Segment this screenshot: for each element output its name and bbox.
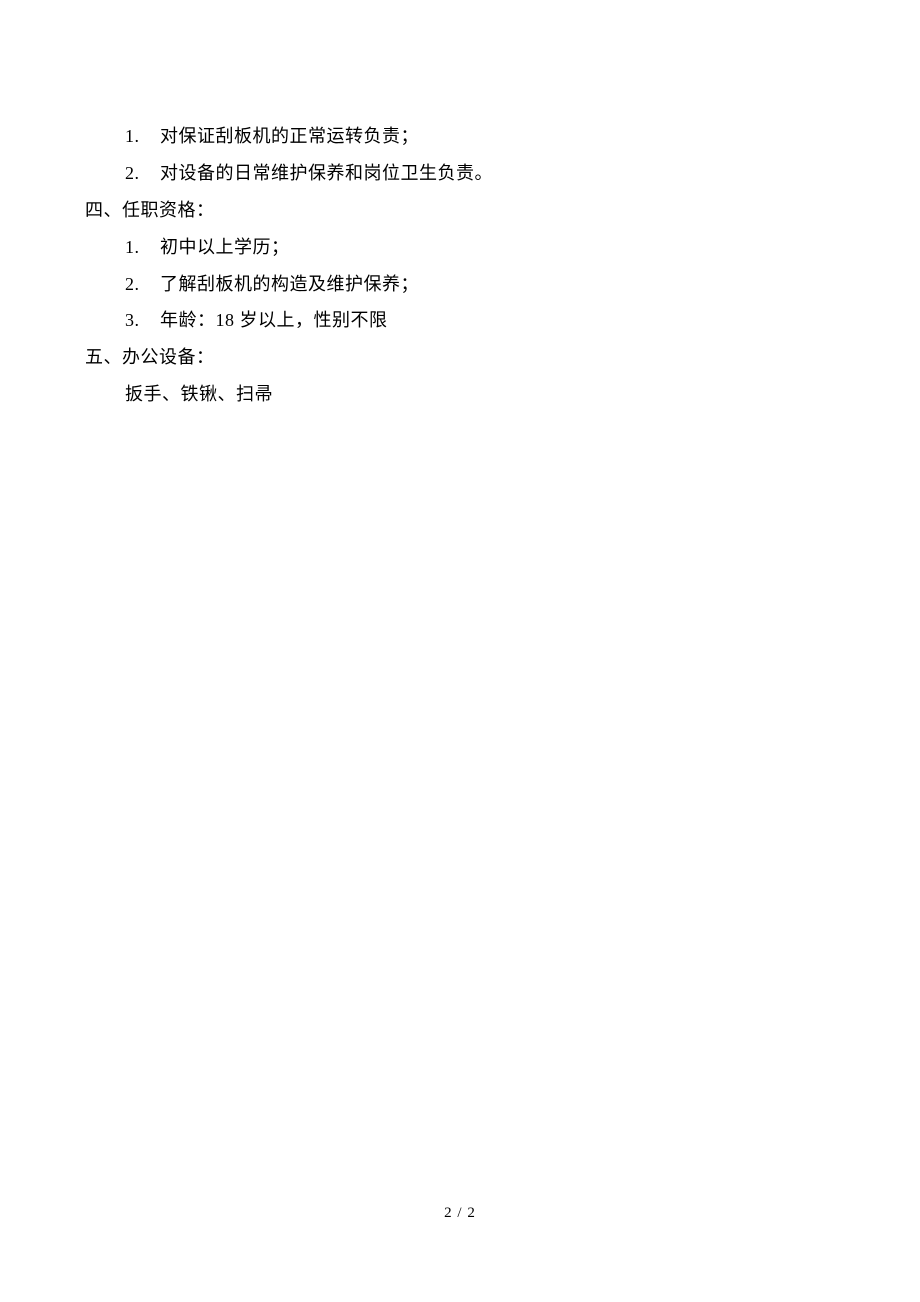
list-item: 1. 对保证刮板机的正常运转负责；: [85, 118, 835, 155]
list-item: 3. 年龄：18 岁以上，性别不限: [85, 302, 835, 339]
list-item-text: 初中以上学历；: [160, 237, 290, 257]
list-item-number: 3.: [125, 302, 155, 339]
list-item-number: 1.: [125, 118, 155, 155]
list-item: 1. 初中以上学历；: [85, 229, 835, 266]
list-item-text: 年龄：18 岁以上，性别不限: [160, 310, 388, 330]
list-item: 2. 了解刮板机的构造及维护保养；: [85, 266, 835, 303]
page-content: 1. 对保证刮板机的正常运转负责； 2. 对设备的日常维护保养和岗位卫生负责。 …: [0, 0, 920, 413]
section-heading-qualifications: 四、任职资格：: [85, 192, 835, 229]
list-item-text: 了解刮板机的构造及维护保养；: [160, 274, 419, 294]
list-item-text: 对保证刮板机的正常运转负责；: [160, 126, 419, 146]
list-item-text: 对设备的日常维护保养和岗位卫生负责。: [160, 163, 493, 183]
page-number: 2 / 2: [0, 1205, 920, 1222]
list-item: 2. 对设备的日常维护保养和岗位卫生负责。: [85, 155, 835, 192]
section-heading-equipment: 五、办公设备：: [85, 339, 835, 376]
list-item-number: 1.: [125, 229, 155, 266]
list-item-number: 2.: [125, 155, 155, 192]
list-item-number: 2.: [125, 266, 155, 303]
equipment-body: 扳手、铁锹、扫帚: [85, 376, 835, 413]
